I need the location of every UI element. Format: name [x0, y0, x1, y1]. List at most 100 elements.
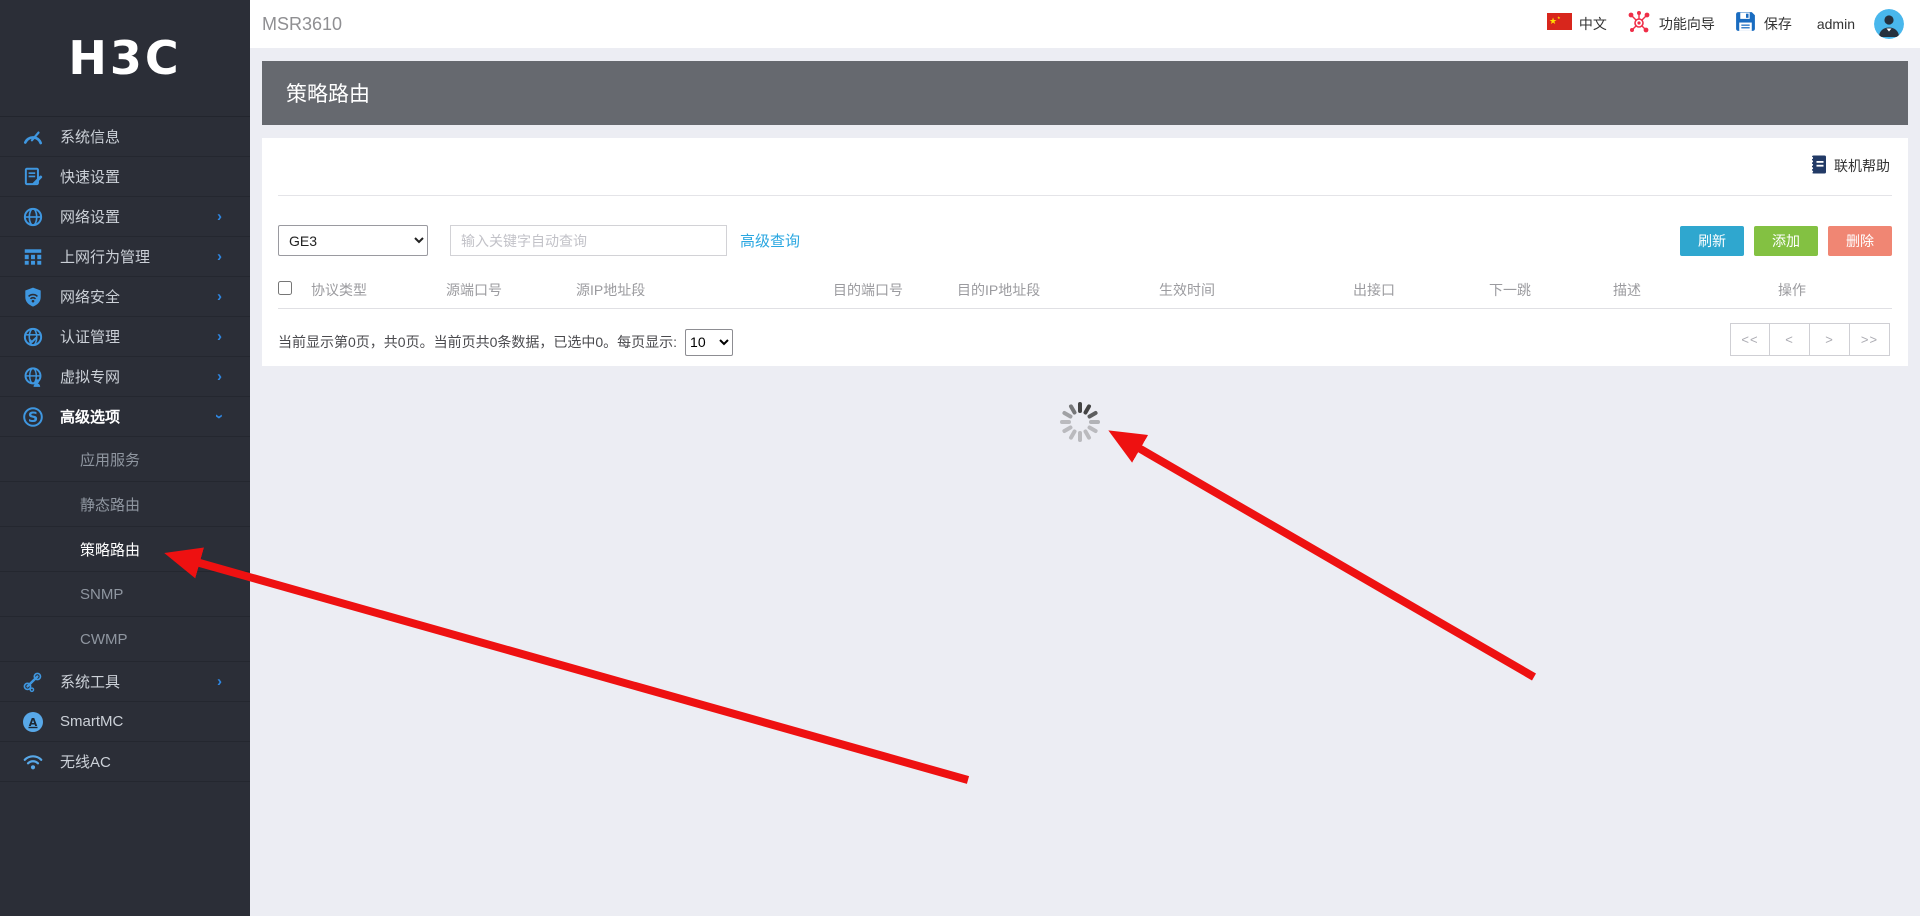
- sidebar-item-static-routing[interactable]: 静态路由: [0, 482, 250, 527]
- sidebar-item-auth-management[interactable]: 认证管理 ›: [0, 317, 250, 357]
- globe-icon: [22, 206, 44, 228]
- sidebar: H3C 系统信息 快速设置 网络设置 › 上网行为管理 › 网络安全 › 认证管…: [0, 0, 250, 916]
- col-next-hop: 下一跳: [1489, 272, 1613, 309]
- quick-setup-icon: [22, 166, 44, 188]
- page-title: 策略路由: [286, 83, 370, 106]
- save-icon: [1734, 10, 1757, 38]
- main-content: 策略路由 联机帮助 GE3 高级查询 刷新 添加 删除: [250, 48, 1920, 916]
- sidebar-item-smartmc[interactable]: A SmartMC: [0, 702, 250, 742]
- advanced-query-link[interactable]: 高级查询: [740, 230, 800, 251]
- chevron-right-icon: ›: [217, 288, 222, 305]
- sidebar-item-label: 快速设置: [60, 169, 121, 186]
- sidebar-item-label: 上网行为管理: [60, 249, 151, 266]
- svg-text:★: ★: [1557, 15, 1561, 20]
- sidebar-item-label: 高级选项: [60, 409, 121, 426]
- sidebar-item-label: 网络设置: [60, 209, 121, 226]
- svg-text:★: ★: [1549, 17, 1557, 27]
- sidebar-item-label: 无线AC: [60, 754, 111, 771]
- sidebar-item-label: CWMP: [80, 630, 128, 648]
- col-source-port: 源端口号: [446, 272, 576, 309]
- last-page-button[interactable]: >>: [1850, 322, 1890, 356]
- sidebar-item-cwmp[interactable]: CWMP: [0, 617, 250, 662]
- gauge-icon: [22, 126, 44, 148]
- shield-icon: [22, 286, 44, 308]
- sidebar-item-label: 应用服务: [80, 451, 141, 469]
- select-all-checkbox[interactable]: [278, 281, 292, 296]
- sidebar-item-label: 系统工具: [60, 674, 121, 691]
- prev-page-button[interactable]: <: [1770, 322, 1810, 356]
- sidebar-item-advanced-options[interactable]: S 高级选项 ›: [0, 397, 250, 437]
- logo: H3C: [0, 0, 250, 117]
- behavior-icon: [22, 246, 44, 268]
- smartmc-icon: A: [22, 711, 44, 733]
- h3c-logo: H3C: [68, 31, 182, 85]
- advanced-icon: S: [22, 406, 44, 428]
- search-input[interactable]: [450, 225, 727, 256]
- refresh-button[interactable]: 刷新: [1680, 225, 1744, 256]
- page-size-select[interactable]: 10: [685, 328, 734, 356]
- username: admin: [1816, 16, 1855, 32]
- table-header-row: 协议类型 源端口号 源IP地址段 目的端口号 目的IP地址段 生效时间 出接口 …: [278, 272, 1892, 309]
- sidebar-item-policy-routing[interactable]: 策略路由: [0, 527, 250, 572]
- vpn-globe-icon: [22, 366, 44, 388]
- col-dest-port: 目的端口号: [833, 272, 957, 309]
- sidebar-item-label: SmartMC: [60, 713, 124, 730]
- sidebar-item-vpn[interactable]: 虚拟专网 ›: [0, 357, 250, 397]
- top-header: MSR3610 ★ ★ 中文 功能向导 保存 admin: [250, 0, 1920, 48]
- feature-wizard[interactable]: 功能向导: [1626, 9, 1725, 40]
- tools-icon: [22, 671, 44, 693]
- page-title-bar: 策略路由: [262, 61, 1908, 125]
- save-label: 保存: [1763, 16, 1792, 32]
- sidebar-item-label: 网络安全: [60, 289, 121, 306]
- pagination-summary: 当前显示第0页，共0页。当前页共0条数据，已选中0。每页显示:: [278, 334, 678, 350]
- interface-select[interactable]: GE3: [278, 225, 428, 256]
- sidebar-item-snmp[interactable]: SNMP: [0, 572, 250, 617]
- col-source-ip-range: 源IP地址段: [576, 272, 833, 309]
- device-name: MSR3610: [262, 13, 343, 34]
- sidebar-item-network-settings[interactable]: 网络设置 ›: [0, 197, 250, 237]
- sidebar-item-quick-setup[interactable]: 快速设置: [0, 157, 250, 197]
- sidebar-item-wireless-ac[interactable]: 无线AC: [0, 742, 250, 782]
- col-dest-ip-range: 目的IP地址段: [957, 272, 1159, 309]
- col-out-interface: 出接口: [1353, 272, 1489, 309]
- col-effective-time: 生效时间: [1159, 272, 1353, 309]
- sidebar-item-label: 策略路由: [80, 541, 141, 559]
- first-page-button[interactable]: <<: [1730, 322, 1770, 356]
- sidebar-item-app-services[interactable]: 应用服务: [0, 437, 250, 482]
- chevron-right-icon: ›: [217, 673, 222, 690]
- pagination-row: 当前显示第0页，共0页。当前页共0条数据，已选中0。每页显示: 10 << < …: [278, 309, 1892, 356]
- col-operation: 操作: [1778, 272, 1892, 309]
- chevron-right-icon: ›: [217, 248, 222, 265]
- loading-spinner: [1058, 400, 1102, 444]
- online-help-link[interactable]: 联机帮助: [1808, 154, 1890, 178]
- sidebar-item-label: 静态路由: [80, 496, 141, 514]
- toolbar: GE3 高级查询 刷新 添加 删除: [278, 225, 1892, 256]
- add-button[interactable]: 添加: [1754, 225, 1818, 256]
- chevron-right-icon: ›: [217, 208, 222, 225]
- delete-button[interactable]: 删除: [1828, 225, 1892, 256]
- sidebar-item-behavior-management[interactable]: 上网行为管理 ›: [0, 237, 250, 277]
- user-avatar[interactable]: [1874, 9, 1904, 39]
- sidebar-item-label: 虚拟专网: [60, 369, 121, 386]
- svg-text:S: S: [28, 409, 38, 425]
- sidebar-item-network-security[interactable]: 网络安全 ›: [0, 277, 250, 317]
- auth-globe-icon: [22, 326, 44, 348]
- sidebar-item-system-info[interactable]: 系统信息: [0, 117, 250, 157]
- online-help-label: 联机帮助: [1834, 158, 1890, 174]
- language-switch[interactable]: ★ ★ 中文: [1546, 13, 1617, 35]
- language-label: 中文: [1578, 16, 1607, 32]
- sidebar-item-system-tools[interactable]: 系统工具 ›: [0, 662, 250, 702]
- col-description: 描述: [1613, 272, 1778, 309]
- next-page-button[interactable]: >: [1810, 322, 1850, 356]
- chevron-down-icon: ›: [211, 414, 228, 419]
- wizard-label: 功能向导: [1658, 16, 1715, 32]
- wifi-icon: [22, 751, 44, 773]
- wizard-icon: [1626, 9, 1652, 40]
- col-protocol-type: 协议类型: [311, 272, 446, 309]
- flag-icon: ★ ★: [1546, 13, 1572, 35]
- sidebar-item-label: 系统信息: [60, 129, 121, 146]
- save-button[interactable]: 保存: [1734, 10, 1802, 38]
- chevron-right-icon: ›: [217, 368, 222, 385]
- chevron-right-icon: ›: [217, 328, 222, 345]
- sidebar-item-label: 认证管理: [60, 329, 121, 346]
